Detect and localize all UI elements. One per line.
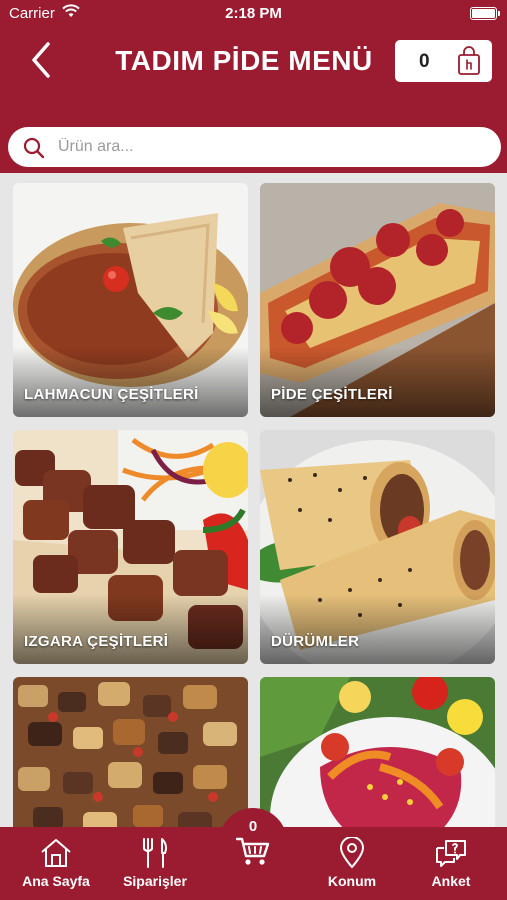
search-icon <box>23 137 45 159</box>
page-title: TADIM PİDE MENÜ <box>115 45 373 76</box>
category-tile-pide[interactable]: PİDE ÇEŞİTLERİ <box>260 183 495 417</box>
nav-home[interactable]: Ana Sayfa <box>11 827 101 900</box>
status-time: 2:18 PM <box>225 5 282 22</box>
category-tile-5[interactable] <box>13 677 248 827</box>
search-bar <box>8 127 501 167</box>
nav-location[interactable]: Konum <box>307 827 397 900</box>
header-cart-button[interactable]: 0 <box>395 40 492 82</box>
fork-knife-icon <box>143 838 167 868</box>
category-label: DÜRÜMLER <box>271 633 360 650</box>
category-label: IZGARA ÇEŞİTLERİ <box>24 633 169 650</box>
nav-orders[interactable]: Siparişler <box>110 827 200 900</box>
back-chevron-icon[interactable] <box>24 38 60 82</box>
nav-survey[interactable]: Anket <box>406 827 496 900</box>
center-cart-count: 0 <box>248 818 258 835</box>
category-tile-lahmacun[interactable]: LAHMACUN ÇEŞİTLERİ <box>13 183 248 417</box>
header-cart-count: 0 <box>419 51 430 72</box>
nav-orders-label: Siparişler <box>123 873 187 889</box>
top-bar: Carrier 2:18 PM TADIM PİDE MENÜ 0 <box>0 0 507 173</box>
nav-home-label: Ana Sayfa <box>22 873 90 889</box>
salad-image <box>260 677 495 827</box>
category-tile-6[interactable] <box>260 677 495 827</box>
category-tile-durumler[interactable]: DÜRÜMLER <box>260 430 495 664</box>
battery-icon <box>470 7 500 20</box>
category-label: PİDE ÇEŞİTLERİ <box>271 386 393 403</box>
survey-chat-icon <box>436 840 466 867</box>
nav-survey-label: Anket <box>431 873 471 889</box>
status-bar: Carrier 2:18 PM <box>0 0 507 28</box>
shopping-bag-icon <box>458 46 480 75</box>
center-cart-button[interactable]: 0 <box>219 808 287 876</box>
cart-icon <box>236 837 270 865</box>
vegetable-dish-image <box>13 677 248 827</box>
nav-location-label: Konum <box>327 873 377 889</box>
category-label: LAHMACUN ÇEŞİTLERİ <box>24 386 199 403</box>
search-input[interactable] <box>58 133 478 161</box>
home-icon <box>41 839 71 867</box>
category-tile-izgara[interactable]: IZGARA ÇEŞİTLERİ <box>13 430 248 664</box>
location-pin-icon <box>339 837 365 869</box>
category-grid: LAHMACUN ÇEŞİTLERİ PİDE ÇEŞİTLERİ IZGARA… <box>0 173 507 827</box>
